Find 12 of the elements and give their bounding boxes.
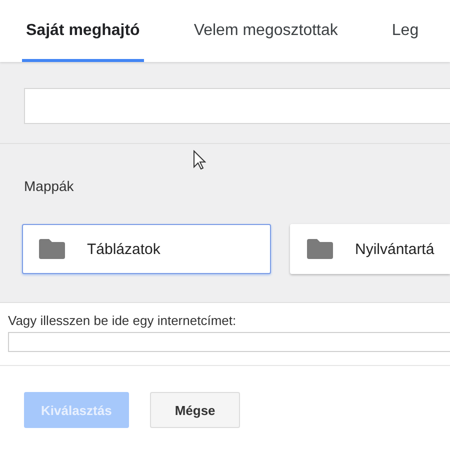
url-label: Vagy illesszen be ide egy internetcímet:: [8, 313, 238, 328]
cancel-button[interactable]: Mégse: [150, 392, 240, 428]
folder-card[interactable]: Táblázatok: [22, 224, 271, 274]
mouse-cursor-icon: [193, 150, 206, 170]
url-field[interactable]: [8, 332, 450, 352]
tab[interactable]: Velem megosztottak: [190, 0, 342, 62]
folder-card[interactable]: Nyilvántartá: [290, 224, 450, 274]
tab[interactable]: Leg: [388, 0, 423, 62]
folder-icon: [39, 239, 65, 259]
folder-icon: [307, 239, 333, 259]
search-field[interactable]: [24, 88, 450, 124]
section-heading: Mappák: [24, 178, 74, 194]
